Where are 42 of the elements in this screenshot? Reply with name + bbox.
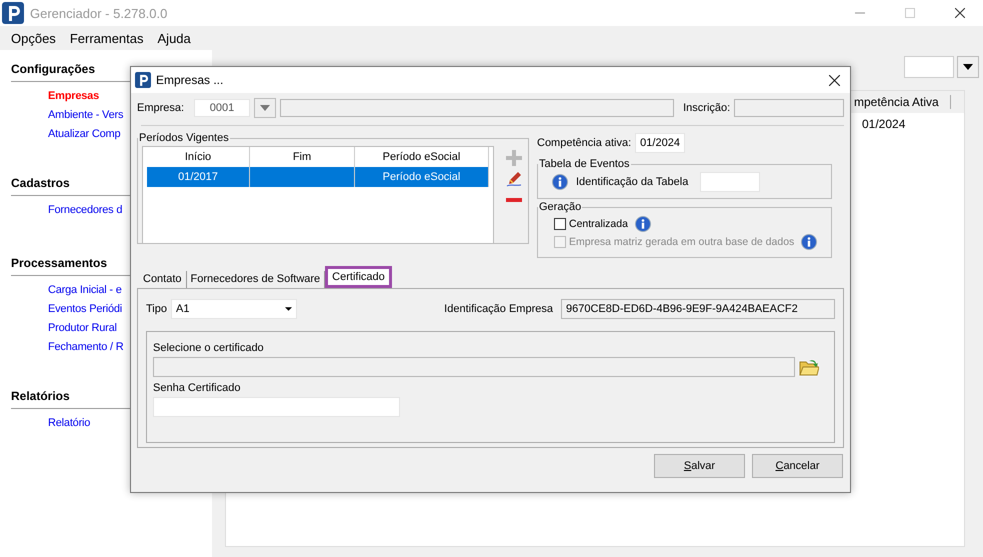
menu-item[interactable]: Ajuda <box>158 30 191 46</box>
dialog-button[interactable]: Salvar <box>654 454 745 478</box>
info-icon[interactable] <box>801 234 818 250</box>
checkbox[interactable] <box>554 218 566 230</box>
group-title: Períodos Vigentes <box>138 132 230 144</box>
password-field[interactable] <box>153 397 400 417</box>
field-label: Empresa: <box>137 102 184 114</box>
menu-item[interactable]: Opções <box>11 30 56 46</box>
tipo-select[interactable]: A1 <box>171 299 297 319</box>
window-title: Gerenciador - 5.278.0.0 <box>30 6 168 20</box>
empresa-field[interactable]: 0001 <box>194 99 250 117</box>
app-logo-icon <box>135 72 151 88</box>
caret-icon <box>285 307 292 311</box>
menu-item[interactable]: Ferramentas <box>70 30 144 46</box>
field-label: Identificação Empresa <box>444 303 553 315</box>
group-title: Tabela de Eventos <box>538 158 631 170</box>
pencil-icon[interactable] <box>506 171 522 187</box>
checkbox-label: Centralizada <box>569 218 628 230</box>
competencia-field[interactable]: 01/2024 <box>635 133 686 153</box>
close-icon[interactable] <box>955 8 965 18</box>
dialog-button[interactable]: Cancelar <box>752 454 843 478</box>
group-title: Geração <box>538 201 582 213</box>
combo-field[interactable] <box>904 56 954 78</box>
field-label: Selecione o certificado <box>153 342 265 354</box>
close-icon[interactable] <box>829 74 840 86</box>
caret-icon <box>963 64 973 70</box>
field-label: Identificação da Tabela <box>576 176 688 188</box>
column-header: mpetência Ativa <box>854 95 951 109</box>
checkbox-label: Empresa matriz gerada em outra base de dados <box>569 236 794 248</box>
field-label: Inscrição: <box>683 102 730 114</box>
company-id-field: 9670CE8D-ED6D-4B96-9E9F-9A424BAEACF2 <box>561 299 835 319</box>
period-row[interactable]: 01/2017 Período eSocial <box>147 167 489 187</box>
table-id-field[interactable] <box>700 172 760 192</box>
tab[interactable]: Certificado <box>325 266 392 288</box>
table-cell-text: 01/2024 <box>861 117 906 131</box>
info-icon[interactable] <box>634 216 651 232</box>
dropdown-button[interactable] <box>957 56 979 78</box>
caret-icon <box>260 105 270 111</box>
info-icon[interactable] <box>552 174 568 190</box>
field-label: Tipo <box>146 303 167 315</box>
field-label: Competência ativa: <box>537 137 632 149</box>
folder-icon[interactable] <box>799 357 819 377</box>
